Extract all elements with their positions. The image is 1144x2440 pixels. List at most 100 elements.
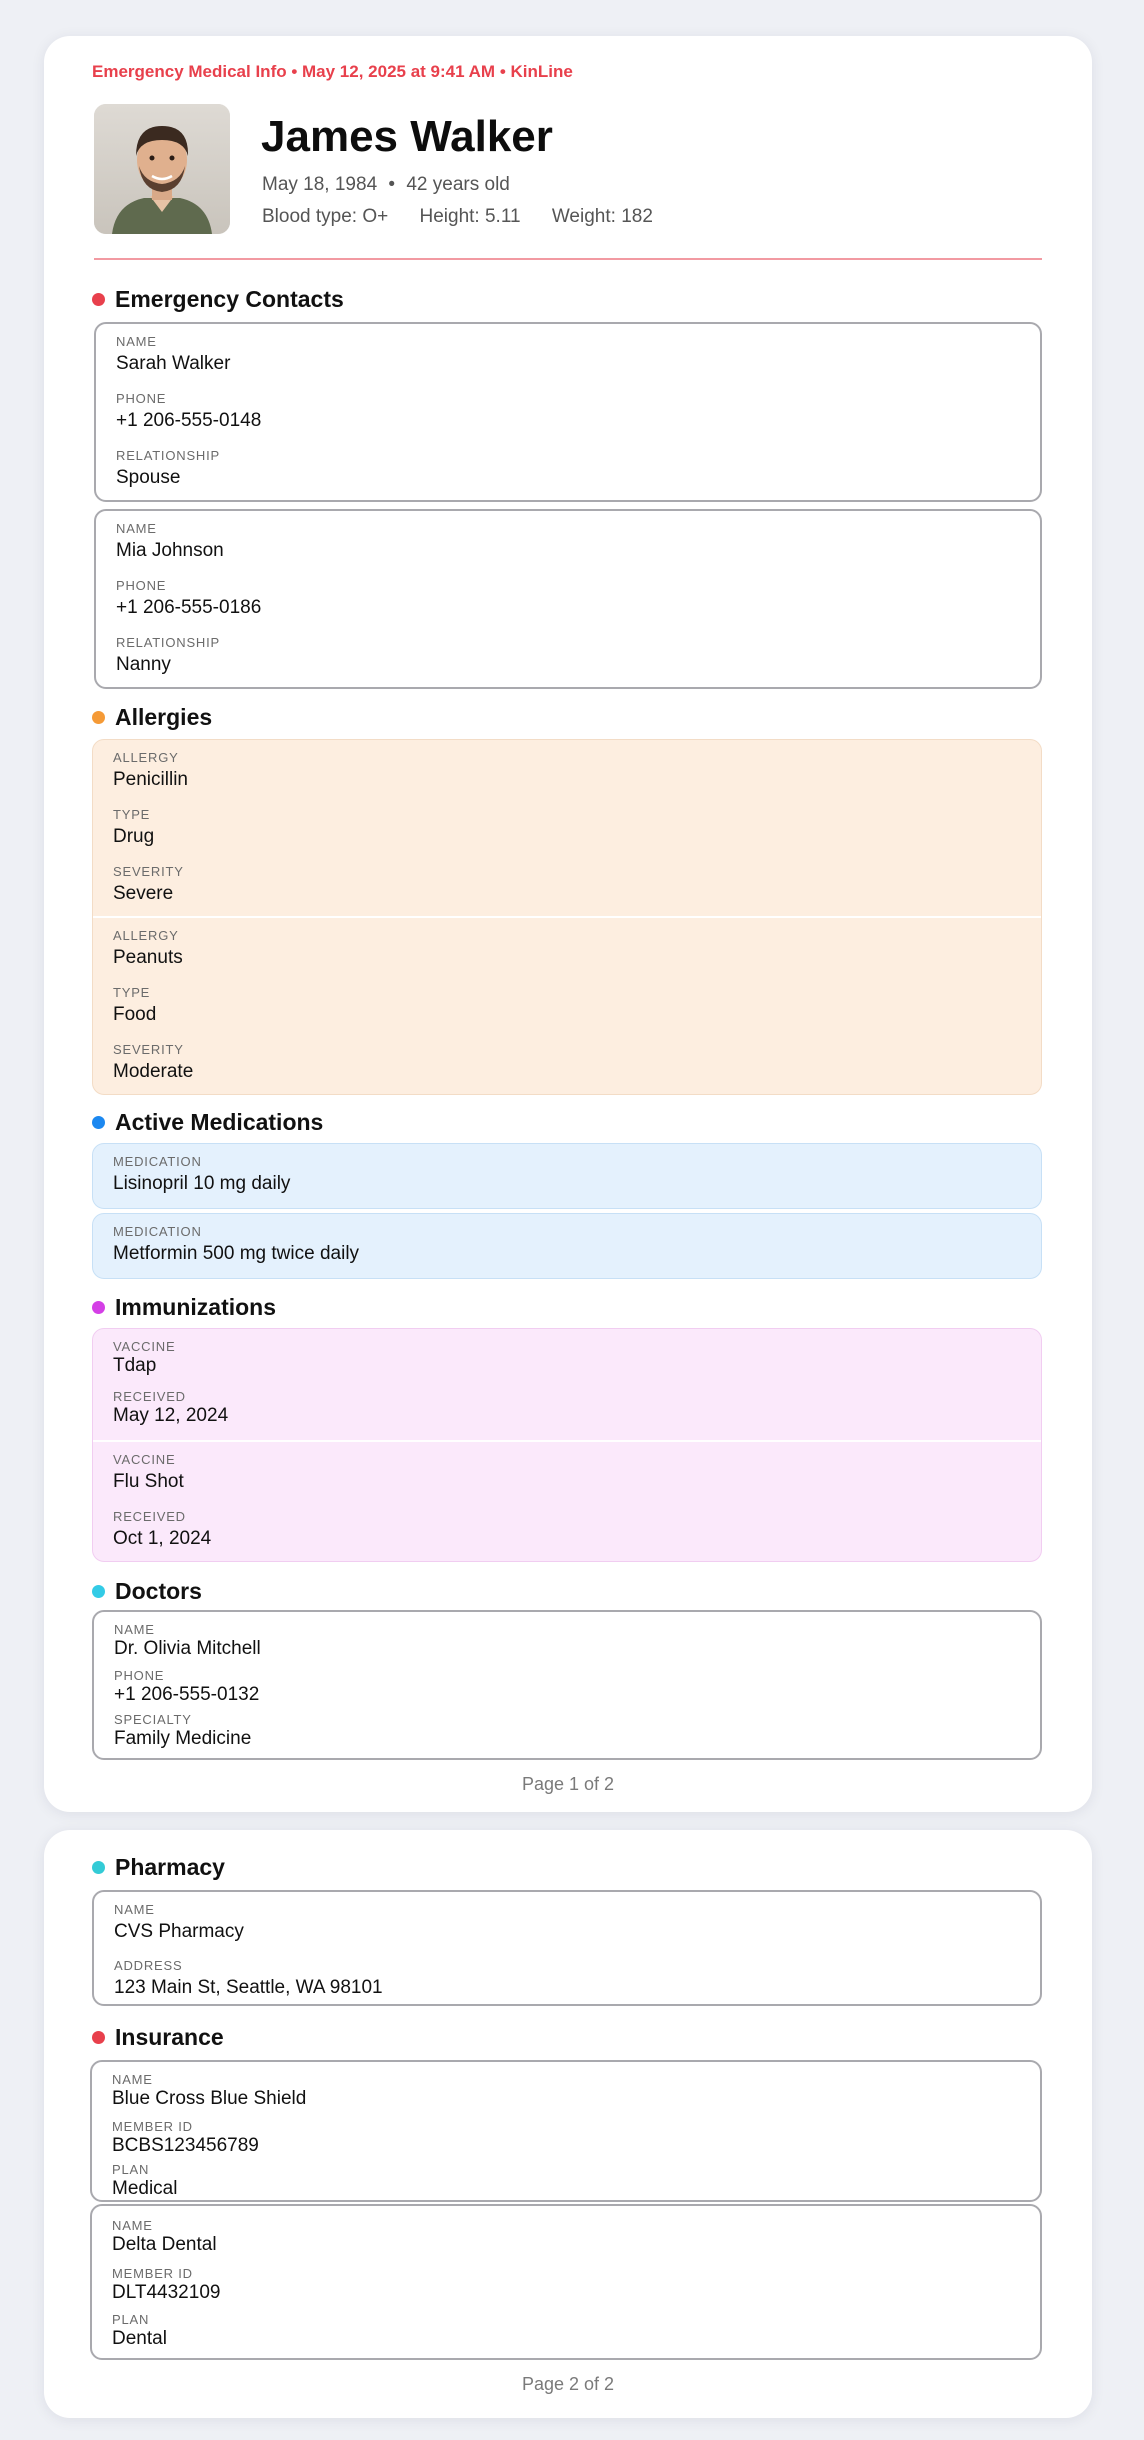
contact-name: Mia Johnson bbox=[116, 540, 224, 561]
field-label: NAME bbox=[114, 1622, 155, 1637]
header-divider bbox=[94, 258, 1042, 260]
field-label: TYPE bbox=[113, 985, 151, 1000]
allergy-name: Peanuts bbox=[113, 947, 183, 968]
pharmacy-name: CVS Pharmacy bbox=[114, 1921, 244, 1942]
section-heading-emergency-contacts: Emergency Contacts bbox=[92, 286, 344, 313]
status-dot bbox=[92, 1861, 105, 1874]
allergy-severity: Severe bbox=[113, 883, 174, 904]
field-label: ALLERGY bbox=[113, 750, 179, 765]
section-title: Active Medications bbox=[115, 1109, 324, 1135]
status-dot bbox=[92, 293, 105, 306]
status-dot bbox=[92, 2031, 105, 2044]
patient-vitals: Blood type: O+ Height: 5.11 Weight: 182 bbox=[262, 206, 659, 228]
status-dot bbox=[92, 711, 105, 724]
vaccine-received-date: May 12, 2024 bbox=[113, 1405, 229, 1426]
status-dot bbox=[92, 1301, 105, 1314]
section-title: Allergies bbox=[115, 704, 213, 730]
contact-card[interactable]: NAME Sarah Walker PHONE +1 206-555-0148 … bbox=[94, 322, 1042, 502]
section-title: Doctors bbox=[115, 1578, 202, 1604]
field-label: PHONE bbox=[114, 1668, 165, 1683]
field-label: NAME bbox=[116, 334, 157, 349]
vaccine-received-date: Oct 1, 2024 bbox=[113, 1528, 212, 1549]
contact-phone[interactable]: +1 206-555-0186 bbox=[116, 597, 261, 619]
contact-relationship: Spouse bbox=[116, 467, 181, 488]
allergy-name: Penicillin bbox=[113, 769, 188, 790]
doctor-phone[interactable]: +1 206-555-0132 bbox=[114, 1684, 259, 1706]
medication-card[interactable]: MEDICATION Lisinopril 10 mg daily bbox=[92, 1143, 1042, 1209]
field-label: RECEIVED bbox=[113, 1389, 186, 1404]
allergy-type: Drug bbox=[113, 826, 155, 847]
field-label: PHONE bbox=[116, 578, 167, 593]
contact-relationship: Nanny bbox=[116, 654, 171, 675]
height: Height: 5.11 bbox=[419, 206, 521, 227]
insurance-plan: Medical bbox=[112, 2178, 178, 2199]
page-2: Pharmacy NAME CVS Pharmacy ADDRESS 123 M… bbox=[44, 1830, 1092, 2418]
patient-name: James Walker bbox=[261, 112, 553, 161]
field-label: NAME bbox=[112, 2072, 153, 2087]
section-title: Emergency Contacts bbox=[115, 286, 344, 312]
date-of-birth: May 18, 1984 bbox=[262, 174, 378, 195]
section-heading-immunizations: Immunizations bbox=[92, 1294, 276, 1321]
separator-dot: • bbox=[388, 174, 396, 195]
item-divider bbox=[93, 1440, 1041, 1442]
medication-card[interactable]: MEDICATION Metformin 500 mg twice daily bbox=[92, 1213, 1042, 1279]
avatar-photo bbox=[94, 104, 230, 234]
section-heading-pharmacy: Pharmacy bbox=[92, 1854, 225, 1881]
field-label: SEVERITY bbox=[113, 1042, 184, 1057]
vaccine-name: Tdap bbox=[113, 1355, 157, 1376]
section-heading-doctors: Doctors bbox=[92, 1578, 202, 1605]
field-label: SEVERITY bbox=[113, 864, 184, 879]
doctor-card[interactable]: NAME Dr. Olivia Mitchell PHONE +1 206-55… bbox=[92, 1610, 1042, 1760]
doctor-name: Dr. Olivia Mitchell bbox=[114, 1638, 261, 1659]
insurance-name: Blue Cross Blue Shield bbox=[112, 2088, 307, 2109]
field-label: VACCINE bbox=[113, 1452, 176, 1467]
field-label: ADDRESS bbox=[114, 1958, 183, 1973]
page-number: Page 1 of 2 bbox=[521, 1774, 615, 1794]
contact-phone[interactable]: +1 206-555-0148 bbox=[116, 410, 261, 432]
field-label: MEMBER ID bbox=[112, 2119, 193, 2134]
allergy-item[interactable]: ALLERGY Peanuts bbox=[113, 928, 183, 969]
pharmacy-address: 123 Main St, Seattle, WA 98101 bbox=[114, 1977, 383, 1998]
vaccine-name: Flu Shot bbox=[113, 1471, 184, 1492]
vaccine-item[interactable]: VACCINE Tdap bbox=[113, 1339, 175, 1377]
medication-name: Lisinopril 10 mg daily bbox=[113, 1173, 291, 1194]
doctor-specialty: Family Medicine bbox=[114, 1728, 252, 1749]
contact-card[interactable]: NAME Mia Johnson PHONE +1 206-555-0186 R… bbox=[94, 509, 1042, 689]
insurance-member-id: DLT4432109 bbox=[112, 2282, 221, 2303]
field-label: TYPE bbox=[113, 807, 151, 822]
allergy-item[interactable]: ALLERGY Penicillin bbox=[113, 750, 188, 791]
insurance-name: Delta Dental bbox=[112, 2234, 217, 2255]
patient-age: 42 years old bbox=[406, 174, 510, 195]
page-number: Page 2 of 2 bbox=[521, 2374, 615, 2394]
field-label: PLAN bbox=[112, 2162, 150, 2177]
page-1: Emergency Medical Info • May 12, 2025 at… bbox=[44, 36, 1092, 1812]
patient-birth-info: May 18, 1984 • 42 years old bbox=[262, 174, 516, 196]
contact-name: Sarah Walker bbox=[116, 353, 231, 374]
status-dot bbox=[92, 1585, 105, 1598]
field-label: ALLERGY bbox=[113, 928, 179, 943]
medication-name: Metformin 500 mg twice daily bbox=[113, 1243, 360, 1264]
blood-type: Blood type: O+ bbox=[262, 206, 389, 227]
field-label: SPECIALTY bbox=[114, 1712, 192, 1727]
section-title: Insurance bbox=[115, 2024, 224, 2050]
avatar bbox=[94, 104, 230, 234]
allergy-type: Food bbox=[113, 1004, 157, 1025]
field-label: MEMBER ID bbox=[112, 2266, 193, 2281]
vaccine-item[interactable]: VACCINE Flu Shot bbox=[113, 1452, 184, 1493]
field-label: VACCINE bbox=[113, 1339, 176, 1354]
field-label: RELATIONSHIP bbox=[116, 448, 220, 463]
section-heading-insurance: Insurance bbox=[92, 2024, 224, 2051]
allergies-card: ALLERGY Penicillin TYPE Drug SEVERITY Se… bbox=[92, 739, 1042, 1095]
allergy-severity: Moderate bbox=[113, 1061, 194, 1082]
field-label: NAME bbox=[114, 1902, 155, 1917]
field-label: PLAN bbox=[112, 2312, 150, 2327]
field-label: NAME bbox=[116, 521, 157, 536]
section-heading-medications: Active Medications bbox=[92, 1109, 323, 1136]
section-heading-allergies: Allergies bbox=[92, 704, 212, 731]
insurance-card[interactable]: NAME Blue Cross Blue Shield MEMBER ID BC… bbox=[90, 2060, 1042, 2202]
status-dot bbox=[92, 1116, 105, 1129]
insurance-card[interactable]: NAME Delta Dental MEMBER ID DLT4432109 P… bbox=[90, 2204, 1042, 2360]
document-header-line: Emergency Medical Info • May 12, 2025 at… bbox=[92, 62, 573, 81]
pharmacy-card[interactable]: NAME CVS Pharmacy ADDRESS 123 Main St, S… bbox=[92, 1890, 1042, 2006]
section-title: Immunizations bbox=[115, 1294, 277, 1320]
